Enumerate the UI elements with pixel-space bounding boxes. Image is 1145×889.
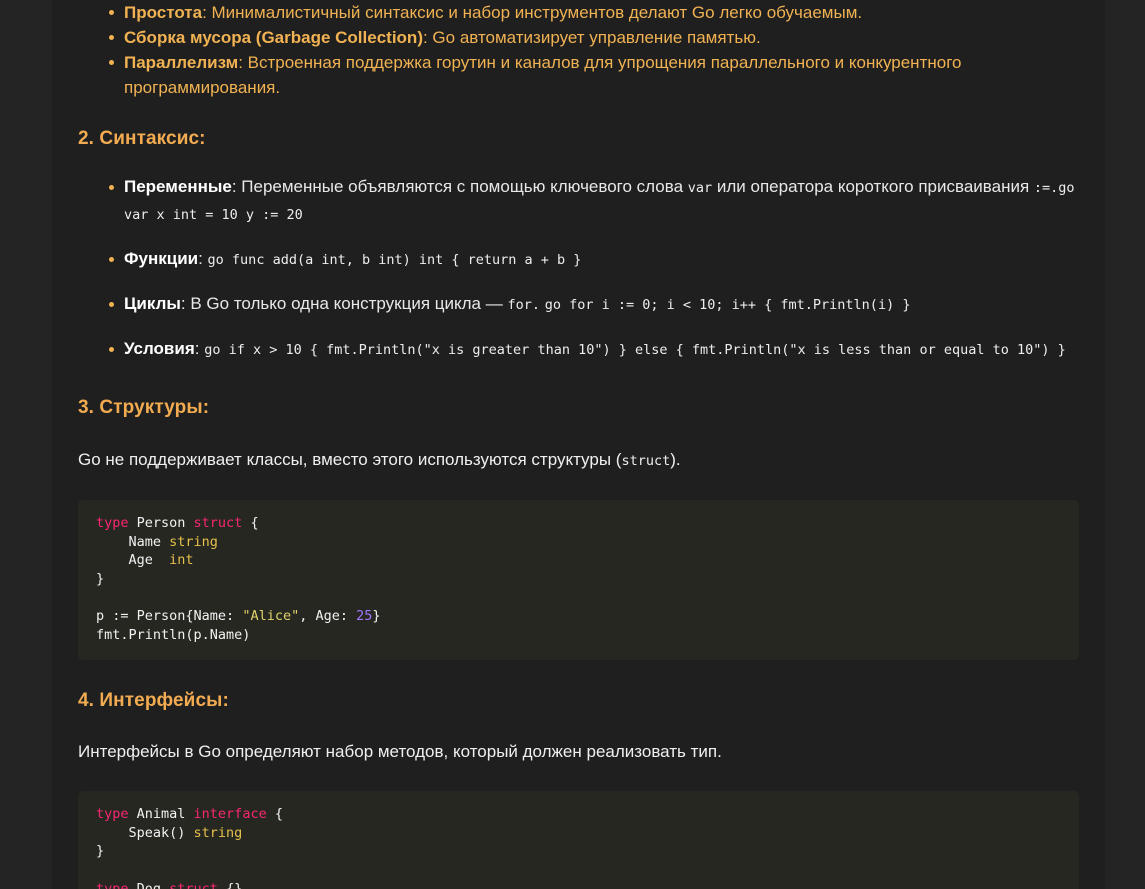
structs-paragraph: Go не поддерживает классы, вместо этого …: [78, 447, 1079, 474]
code-token: {}: [217, 880, 243, 889]
list-item-term: Простота: [124, 3, 203, 22]
code-token: Name: [96, 533, 170, 550]
list-item-term: Параллелизм: [124, 53, 239, 72]
list-item-text: :: [194, 339, 205, 358]
code-block-interface-content: type Animal interface { Speak() string }…: [96, 805, 1061, 889]
code-token: type: [96, 880, 137, 889]
list-item-text: : Встроенная поддержка горутин и каналов…: [124, 53, 962, 97]
features-list: Простота: Минималистичный синтаксис и на…: [78, 0, 1079, 100]
list-item: Условия: go if x > 10 { fmt.Println("x i…: [78, 336, 1079, 363]
list-item-text: : Переменные объявляются с помощью ключе…: [231, 177, 688, 196]
list-item-term: Сборка мусора (Garbage Collection): [124, 28, 423, 47]
code-token: string: [193, 824, 243, 841]
interfaces-paragraph: Интерфейсы в Go определяют набор методов…: [78, 742, 722, 762]
left-gutter: [0, 0, 52, 889]
inline-code: go if x > 10 { fmt.Println("x is greater…: [204, 342, 1066, 358]
list-item: Циклы: В Go только одна конструкция цикл…: [78, 291, 1079, 318]
code-token: , Age:: [299, 607, 357, 624]
code-token: }: [96, 843, 105, 860]
inline-code: :=.: [1033, 180, 1059, 196]
syntax-list: Переменные: Переменные объявляются с пом…: [78, 174, 1079, 363]
code-token: Age: [96, 552, 170, 569]
list-item-text: или оператора короткого присваивания: [712, 177, 1034, 196]
code-block-struct-content: type Person struct { Name string Age int…: [96, 514, 1061, 644]
article-content-pane[interactable]: Простота: Минималистичный синтаксис и на…: [52, 0, 1105, 889]
list-item-text: :: [198, 249, 208, 268]
list-item-term: Циклы: [124, 294, 181, 313]
list-item: Переменные: Переменные объявляются с пом…: [78, 174, 1079, 228]
code-token: Speak(): [96, 824, 194, 841]
code-block-struct[interactable]: type Person struct { Name string Age int…: [78, 500, 1079, 661]
inline-code: for.: [507, 297, 540, 313]
code-token: type: [96, 806, 137, 823]
heading-syntax: 2. Синтаксис:: [78, 128, 206, 149]
code-token: "Alice": [242, 607, 300, 624]
list-item: Сборка мусора (Garbage Collection): Go а…: [78, 25, 1079, 50]
heading-interfaces: 4. Интерфейсы:: [78, 690, 229, 712]
right-gutter: [1105, 0, 1145, 889]
code-token: fmt.Println(p.Name): [96, 626, 251, 643]
code-token: }: [372, 607, 381, 624]
list-item-text: : Минималистичный синтаксис и набор инст…: [202, 3, 863, 22]
paragraph-text: Go не поддерживает классы, вместо этого …: [78, 450, 622, 469]
code-token: 25: [356, 607, 373, 624]
code-token: interface: [193, 806, 267, 823]
article-body: Простота: Минималистичный синтаксис и на…: [52, 0, 1105, 889]
code-token: int: [169, 552, 194, 569]
page-root: Простота: Минималистичный синтаксис и на…: [0, 0, 1145, 889]
code-token: p := Person{Name:: [96, 607, 243, 624]
heading-structs: 3. Структуры:: [78, 397, 210, 418]
list-item: Простота: Минималистичный синтаксис и на…: [78, 0, 1079, 25]
code-token: {: [242, 515, 259, 531]
list-item-term: Условия: [124, 339, 195, 358]
list-item-text: : В Go только одна конструкция цикла —: [180, 294, 508, 313]
code-token: Person: [136, 515, 194, 531]
inline-code: var: [687, 180, 713, 196]
code-token: struct: [193, 515, 243, 531]
code-token: Dog: [136, 880, 170, 889]
list-item-term: Переменные: [124, 177, 232, 196]
paragraph-text: ).: [670, 450, 681, 469]
code-token: Animal: [136, 806, 194, 823]
code-token: struct: [169, 880, 218, 889]
list-item-text: : Go автоматизирует управление памятью.: [422, 28, 761, 47]
code-token: string: [169, 533, 218, 550]
code-token: type: [96, 515, 137, 531]
list-item: Функции: go func add(a int, b int) int {…: [78, 246, 1079, 273]
code-token: }: [96, 570, 105, 587]
code-block-interface[interactable]: type Animal interface { Speak() string }…: [78, 791, 1079, 889]
inline-code: go for i := 0; i < 10; i++ { fmt.Println…: [544, 297, 911, 313]
inline-code: go func add(a int, b int) int { return a…: [207, 252, 582, 268]
code-token: {: [266, 806, 283, 823]
list-item: Параллелизм: Встроенная поддержка горути…: [78, 50, 1079, 100]
inline-code: struct: [621, 453, 671, 469]
list-item-term: Функции: [124, 249, 199, 268]
